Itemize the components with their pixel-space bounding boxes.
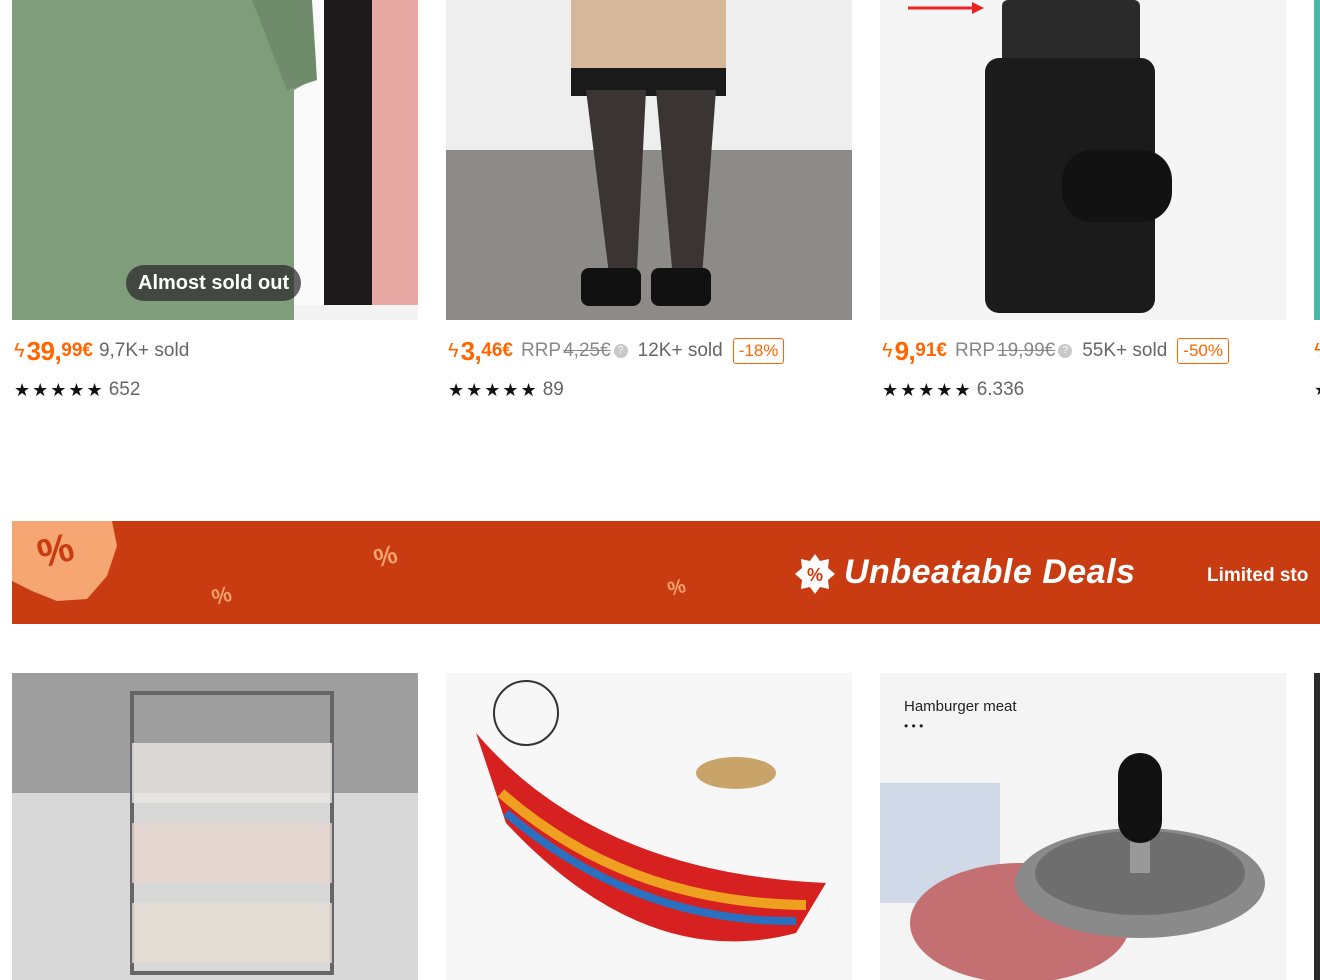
lightning-icon: ϟ <box>882 339 893 362</box>
product-image-burger-press[interactable]: Hamburger meat • • • <box>880 673 1286 980</box>
star-rating-icons: ★★★★★ <box>448 379 539 400</box>
star-icon: ★ <box>1314 380 1320 400</box>
almost-sold-out-badge: Almost sold out <box>126 265 302 301</box>
price-main: 39, <box>26 335 62 366</box>
trolley-photo <box>12 673 418 980</box>
sold-count: 12K+ sold <box>637 340 723 361</box>
price-main: 3, <box>460 335 482 366</box>
rating-row: ★★★★★ 6.336 <box>882 376 1024 404</box>
rating-count: 652 <box>108 379 141 400</box>
info-icon[interactable]: ? <box>1058 344 1073 358</box>
product-image-trolley[interactable] <box>12 673 418 980</box>
rating-count: 89 <box>542 379 564 400</box>
lightning-icon: ϟ <box>448 339 459 362</box>
price-row: ϟ 9, 91€ RRP 19,99€ ? 55K+ sold -50% <box>882 334 1229 368</box>
deals-badge-icon: % <box>795 554 835 594</box>
percent-icon: % <box>208 580 235 611</box>
percent-icon: % <box>370 538 401 574</box>
product-image-tshirt[interactable]: Almost sold out <box>12 0 418 320</box>
star-rating-icons: ★★★★★ <box>882 379 973 400</box>
tights-photo <box>446 0 852 320</box>
info-icon[interactable]: ? <box>613 344 628 358</box>
svg-text:%: % <box>807 565 823 585</box>
product-card-partial-right[interactable] <box>1314 673 1320 980</box>
price-main: 9, <box>894 335 916 366</box>
rating-row: ★★★★★ 89 <box>448 376 564 404</box>
discount-badge: -50% <box>1177 338 1229 364</box>
rrp-value: 4,25€ <box>563 340 611 361</box>
product-image-tights[interactable] <box>446 0 852 320</box>
price-cents: 46€ <box>481 340 513 361</box>
price-row: ϟ 39, 99€ 9,7K+ sold <box>14 334 189 368</box>
lightning-icon: ϟ <box>14 339 25 362</box>
lightning-icon: ϟ <box>1314 340 1320 362</box>
percent-icon: % <box>665 575 689 601</box>
sold-count: 55K+ sold <box>1082 340 1168 361</box>
rating-row: ★★★★★ 652 <box>14 376 140 404</box>
product-image-wallet[interactable] <box>880 0 1286 320</box>
image-caption: Hamburger meat <box>904 698 1017 715</box>
star-rating-icons: ★★★★★ <box>14 379 105 400</box>
rrp-label: RRP <box>954 340 996 361</box>
price-row: ϟ 3, 46€ RRP 4,25€ ? 12K+ sold -18% <box>448 334 785 368</box>
discount-badge: -18% <box>732 338 785 364</box>
price-cents: 91€ <box>915 340 947 361</box>
banner-subtitle: Limited sto <box>1207 565 1309 586</box>
price-cents: 99€ <box>61 340 93 361</box>
hammock-photo <box>446 673 852 980</box>
banner-title: Unbeatable Deals <box>844 553 1136 591</box>
product-card-partial-right[interactable] <box>1314 0 1320 320</box>
sold-count: 9,7K+ sold <box>98 340 190 361</box>
image-caption-dots: • • • <box>904 719 924 733</box>
rating-count: 6.336 <box>976 379 1025 400</box>
rrp-value: 19,99€ <box>997 340 1056 361</box>
burger-press-photo <box>880 673 1286 980</box>
wallet-photo <box>880 0 1286 320</box>
unbeatable-deals-banner[interactable]: % % % % % Unbeatable Deals Limited sto <box>12 521 1320 624</box>
rrp-label: RRP <box>520 340 562 361</box>
product-image-hammock[interactable] <box>446 673 852 980</box>
